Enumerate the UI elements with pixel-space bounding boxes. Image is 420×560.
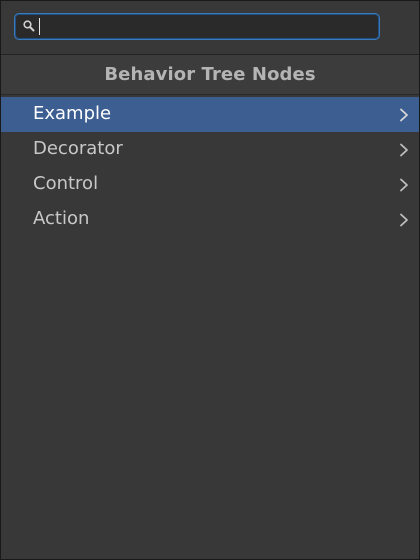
list-item-label: Action: [33, 208, 90, 229]
list-item-control[interactable]: Control: [1, 167, 419, 202]
list-item-example[interactable]: Example: [1, 97, 419, 132]
list-item-label: Control: [33, 173, 99, 194]
list-header: Behavior Tree Nodes: [1, 55, 419, 95]
list-item-decorator[interactable]: Decorator: [1, 132, 419, 167]
search-input[interactable]: [39, 16, 373, 37]
chevron-right-icon: [400, 108, 408, 122]
search-field[interactable]: [14, 13, 380, 40]
list-item-action[interactable]: Action: [1, 202, 419, 237]
node-search-window: Behavior Tree Nodes Example Decorator Co…: [0, 0, 420, 560]
search-icon: [23, 20, 35, 32]
list-item-label: Decorator: [33, 138, 123, 159]
search-bar: [1, 1, 419, 54]
list-item-label: Example: [33, 103, 112, 124]
chevron-right-icon: [400, 143, 408, 157]
chevron-right-icon: [400, 213, 408, 227]
list-title: Behavior Tree Nodes: [104, 64, 316, 85]
text-caret: [39, 18, 40, 35]
node-category-list: Example Decorator Control Action: [1, 97, 419, 237]
chevron-right-icon: [400, 178, 408, 192]
